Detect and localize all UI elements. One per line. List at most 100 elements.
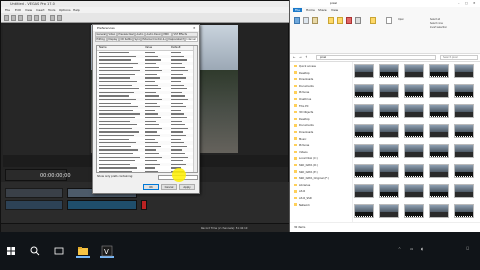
ok-button[interactable]: OK xyxy=(143,184,159,190)
paste-icon[interactable] xyxy=(312,17,318,24)
menu-options[interactable]: Options xyxy=(59,8,71,12)
rename-icon[interactable] xyxy=(355,17,361,24)
nav-item[interactable]: Downloads xyxy=(294,77,313,82)
nav-item[interactable]: Music xyxy=(294,137,306,142)
nav-item[interactable]: Documents xyxy=(294,84,314,89)
copy-icon[interactable] xyxy=(34,15,39,21)
close-icon[interactable]: ✕ xyxy=(473,1,476,5)
file-thumbnail[interactable] xyxy=(404,104,424,118)
file-thumbnail[interactable] xyxy=(354,144,374,158)
new-icon[interactable] xyxy=(4,15,9,21)
file-thumbnail[interactable] xyxy=(429,84,449,98)
file-thumbnail[interactable] xyxy=(354,184,374,198)
tab-cd-settings[interactable]: CD Settings xyxy=(119,37,133,42)
tab-deprecated[interactable]: Deprecated Features xyxy=(167,37,185,42)
tab-display[interactable]: Display xyxy=(107,37,119,42)
menu-edit[interactable]: Edit xyxy=(15,8,21,12)
nav-item[interactable]: Pictures xyxy=(294,143,309,148)
audio-track-header[interactable] xyxy=(5,200,63,210)
nav-item[interactable]: Libraries xyxy=(294,183,310,188)
ribbon-select-none[interactable]: Select none xyxy=(430,22,443,25)
file-thumbnail[interactable] xyxy=(454,124,474,138)
vegas-icon[interactable]: V xyxy=(100,244,114,258)
file-thumbnail[interactable] xyxy=(379,64,399,78)
nav-item[interactable]: SSD_DATA_Original (F:) xyxy=(294,176,329,181)
menu-tools[interactable]: Tools xyxy=(48,8,55,12)
search-icon[interactable] xyxy=(28,244,42,258)
video-track-header[interactable] xyxy=(5,188,63,198)
playhead-marker[interactable] xyxy=(141,200,147,210)
copy-icon[interactable] xyxy=(303,17,309,24)
search-input[interactable]: Search pixel xyxy=(440,55,478,60)
nav-item[interactable]: Desktop xyxy=(294,71,310,76)
table-scrollbar[interactable] xyxy=(193,46,197,172)
delete-icon[interactable] xyxy=(346,17,352,24)
volume-icon[interactable]: ◖ xyxy=(421,247,423,251)
file-thumbnail[interactable] xyxy=(379,204,399,218)
nav-item[interactable]: Downloads xyxy=(294,130,313,135)
copy-to-icon[interactable] xyxy=(337,17,343,24)
file-thumbnail[interactable] xyxy=(354,104,374,118)
ribbon-tab-file[interactable]: File xyxy=(293,8,303,12)
file-thumbnail[interactable] xyxy=(379,124,399,138)
redo-icon[interactable] xyxy=(57,15,62,21)
file-thumbnail[interactable] xyxy=(404,144,424,158)
pin-icon[interactable] xyxy=(294,17,300,24)
file-thumbnail[interactable] xyxy=(429,124,449,138)
nav-item[interactable]: Network xyxy=(294,203,310,208)
ribbon-invert-selection[interactable]: Invert selection xyxy=(430,26,447,29)
cancel-button[interactable]: Cancel xyxy=(161,184,177,190)
tab-sync[interactable]: Sync xyxy=(133,37,141,42)
menu-file[interactable]: File xyxy=(5,8,10,12)
minimize-icon[interactable]: – xyxy=(458,1,460,5)
maximize-icon[interactable]: □ xyxy=(465,1,468,5)
file-thumbnail[interactable] xyxy=(379,104,399,118)
close-icon[interactable]: ✕ xyxy=(193,26,196,30)
task-view-icon[interactable] xyxy=(52,244,66,258)
nav-item[interactable]: A3-R xyxy=(294,189,305,194)
ribbon-select-all[interactable]: Select all xyxy=(430,18,440,21)
nav-item[interactable]: OneDrive xyxy=(294,97,311,102)
file-thumbnail[interactable] xyxy=(404,204,424,218)
apply-button[interactable]: Apply xyxy=(179,184,195,190)
file-thumbnail[interactable] xyxy=(454,104,474,118)
nav-item[interactable]: Pictures xyxy=(294,90,309,95)
nav-item[interactable]: Local Disk (C:) xyxy=(294,156,318,161)
menu-help[interactable]: Help xyxy=(73,8,80,12)
nav-item[interactable]: Documents xyxy=(294,123,314,128)
forward-icon[interactable]: → xyxy=(299,55,302,59)
tab-editing[interactable]: Editing xyxy=(95,37,107,42)
file-explorer-icon[interactable] xyxy=(76,244,90,258)
file-thumbnail[interactable] xyxy=(379,84,399,98)
audio-clip[interactable] xyxy=(67,200,137,210)
nav-item[interactable]: Desktop xyxy=(294,117,310,122)
ribbon-tab-view[interactable]: View xyxy=(331,8,338,12)
ribbon-open[interactable]: Open xyxy=(398,18,404,21)
file-thumbnail[interactable] xyxy=(454,144,474,158)
undo-icon[interactable] xyxy=(50,15,55,21)
address-input[interactable]: pixel xyxy=(316,55,436,60)
nav-item[interactable]: SSD_DATA (E:) xyxy=(294,170,318,175)
paste-icon[interactable] xyxy=(41,15,46,21)
tray-arrow-icon[interactable]: ^ xyxy=(398,247,401,251)
file-thumbnail[interactable] xyxy=(454,164,474,178)
file-thumbnail[interactable] xyxy=(354,164,374,178)
file-thumbnail[interactable] xyxy=(404,124,424,138)
ribbon-tab-home[interactable]: Home xyxy=(306,8,315,12)
file-thumbnail[interactable] xyxy=(454,184,474,198)
nav-item[interactable]: Quick access xyxy=(294,64,316,69)
start-icon[interactable] xyxy=(4,244,18,258)
file-thumbnail[interactable] xyxy=(404,84,424,98)
file-thumbnail[interactable] xyxy=(429,104,449,118)
file-thumbnail[interactable] xyxy=(454,64,474,78)
file-thumbnail[interactable] xyxy=(354,204,374,218)
file-thumbnail[interactable] xyxy=(354,64,374,78)
tab-external-control[interactable]: External Control & Automation xyxy=(141,37,167,42)
file-thumbnail[interactable] xyxy=(429,144,449,158)
save-icon[interactable] xyxy=(18,15,23,21)
file-thumbnail[interactable] xyxy=(404,184,424,198)
file-thumbnail[interactable] xyxy=(354,84,374,98)
ribbon-tab-share[interactable]: Share xyxy=(318,8,327,12)
open-icon[interactable] xyxy=(11,15,16,21)
file-thumbnail[interactable] xyxy=(454,204,474,218)
